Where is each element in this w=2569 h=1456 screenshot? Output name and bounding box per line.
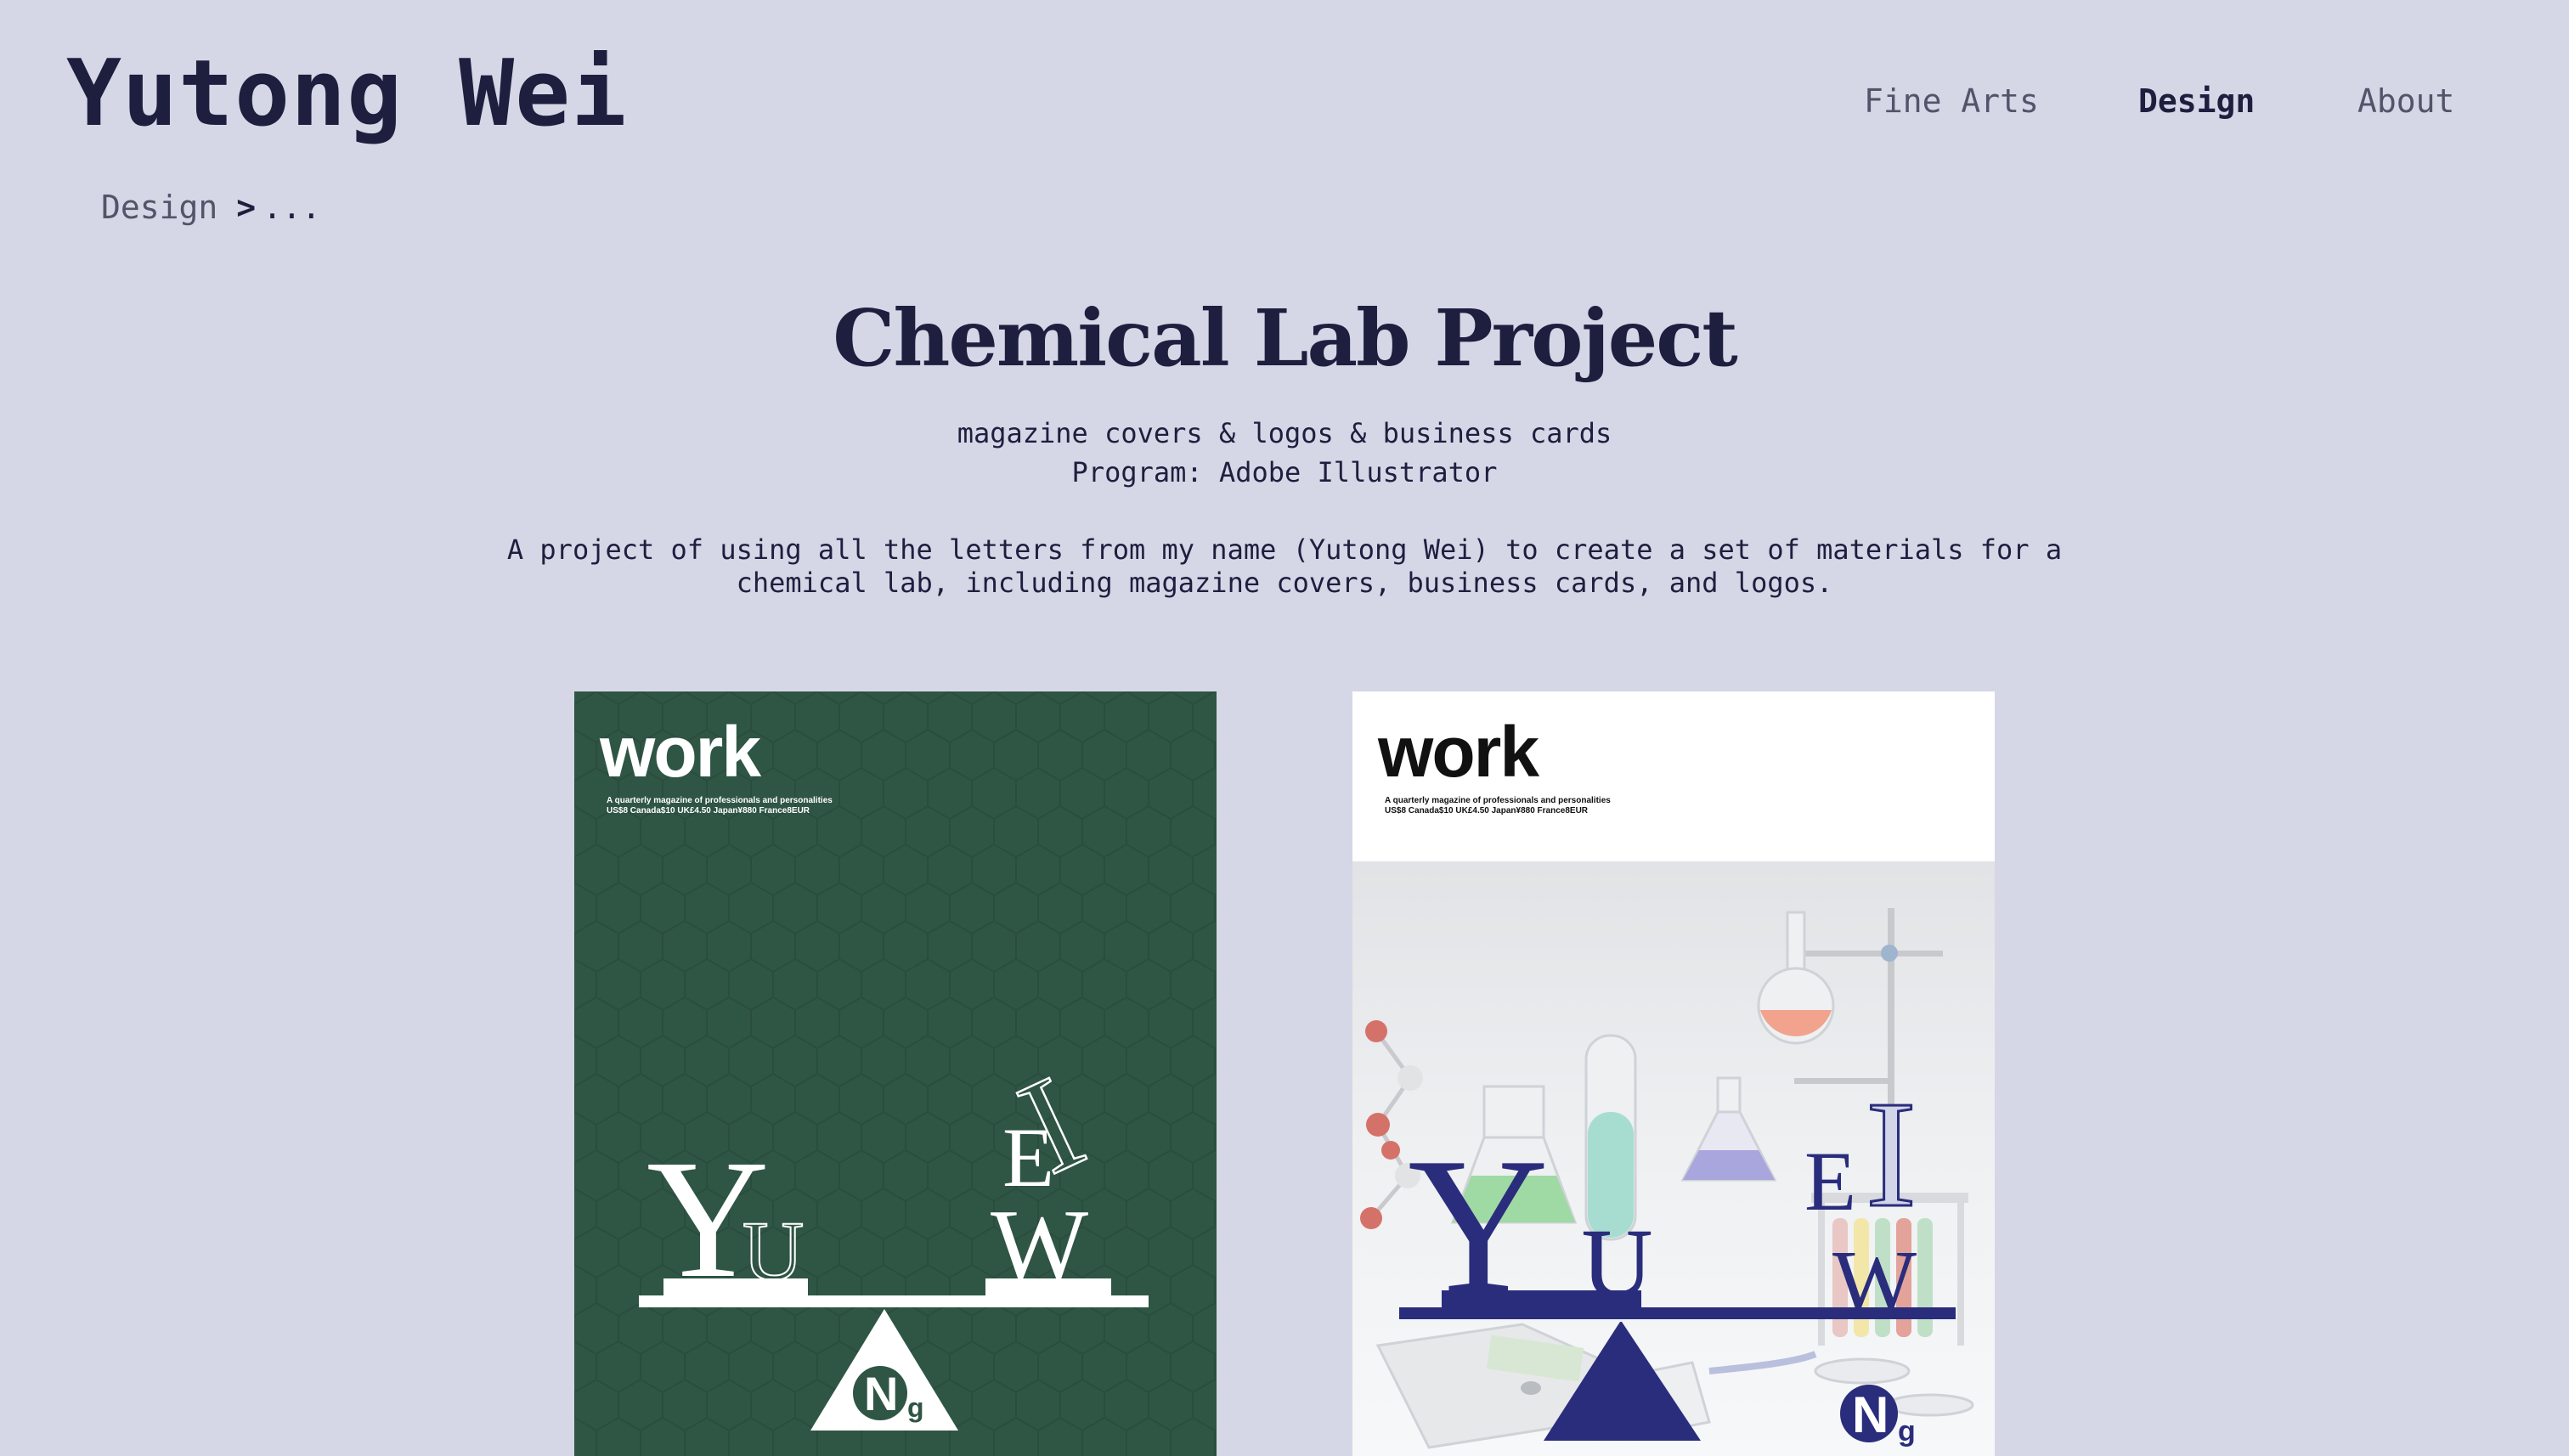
project-program: Program: Adobe Illustrator: [1071, 456, 1498, 488]
seesaw-beam: [639, 1295, 1149, 1307]
nav-about[interactable]: About: [2357, 85, 2454, 117]
breadcrumb: Design >...: [101, 191, 321, 223]
test-tube-green: [1584, 1034, 1637, 1241]
letter-e: E: [1804, 1134, 1856, 1228]
nav-design[interactable]: Design: [2138, 85, 2255, 117]
project-description: A project of using all the letters from …: [506, 533, 2063, 599]
project-title: Chemical Lab Project: [833, 292, 1738, 384]
cover-prices: US$8 Canada$10 UK£4.50 Japan¥880 France8…: [1385, 806, 1589, 815]
cover-masthead: work: [1377, 712, 1539, 792]
cover-lab-artwork: work A quarterly magazine of professiona…: [1352, 691, 1995, 1456]
cover-masthead: work: [599, 712, 761, 792]
cover-tagline: A quarterly magazine of professionals an…: [607, 796, 833, 805]
main-nav: Fine Arts Design About: [0, 85, 2569, 127]
cover-prices: US$8 Canada$10 UK£4.50 Japan¥880 France8…: [607, 806, 810, 815]
ng-logo-g: g: [907, 1392, 924, 1423]
seesaw-blocks-left: [1442, 1290, 1641, 1307]
cover-green-artwork: work A quarterly magazine of professiona…: [574, 691, 1217, 1456]
project-subtitle: magazine covers & logos & business cards: [957, 417, 1612, 449]
letter-i: I: [1866, 1069, 1917, 1239]
magazine-cover-lab[interactable]: work A quarterly magazine of professiona…: [1352, 691, 1995, 1456]
nav-fine-arts[interactable]: Fine Arts: [1864, 85, 2039, 117]
breadcrumb-design-link[interactable]: Design: [101, 189, 217, 226]
cover-tagline: A quarterly magazine of professionals an…: [1385, 796, 1611, 805]
seesaw-blocks-left: [663, 1278, 808, 1295]
ng-logo-g: g: [1898, 1415, 1916, 1448]
seesaw-beam: [1399, 1307, 1956, 1319]
magazine-cover-green[interactable]: work A quarterly magazine of professiona…: [574, 691, 1217, 1456]
breadcrumb-separator: >: [236, 189, 257, 226]
breadcrumb-current: ...: [263, 189, 321, 226]
seesaw-blocks-right: [985, 1278, 1111, 1295]
ng-logo-n: N: [1852, 1386, 1889, 1443]
ng-logo-n: N: [864, 1367, 898, 1420]
